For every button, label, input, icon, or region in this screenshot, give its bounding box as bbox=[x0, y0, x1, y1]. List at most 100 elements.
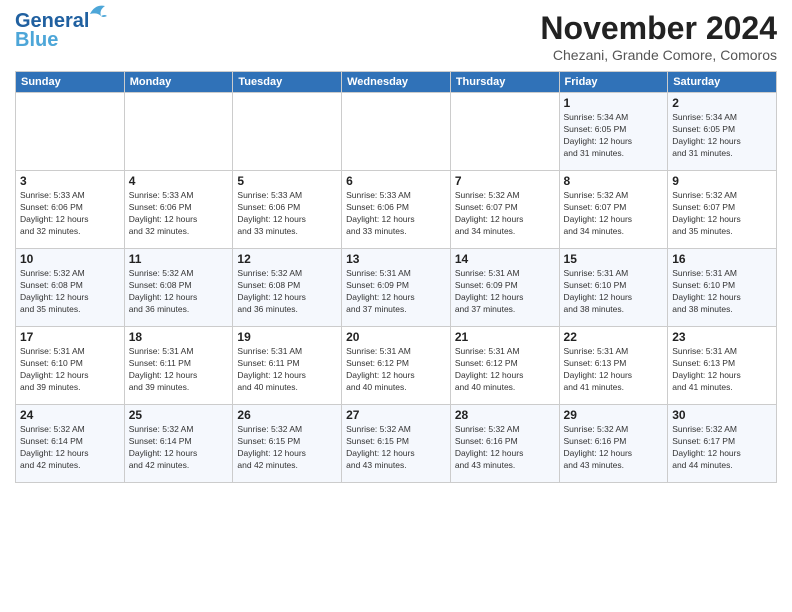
col-header-thursday: Thursday bbox=[450, 72, 559, 93]
calendar-cell: 1 Sunrise: 5:34 AM Sunset: 6:05 PM Daylig… bbox=[559, 93, 668, 171]
day-number: 5 bbox=[237, 174, 337, 188]
calendar-cell: 8 Sunrise: 5:32 AM Sunset: 6:07 PM Daylig… bbox=[559, 171, 668, 249]
calendar-cell: 16Sunrise: 5:31 AM Sunset: 6:10 PM Dayli… bbox=[668, 249, 777, 327]
day-info: Sunrise: 5:32 AM Sunset: 6:08 PM Dayligh… bbox=[129, 268, 229, 316]
day-number: 17 bbox=[20, 330, 120, 344]
calendar-cell: 22 Sunrise: 5:31 AM Sunset: 6:13 PM Dayli… bbox=[559, 327, 668, 405]
day-number: 9 bbox=[672, 174, 772, 188]
day-info: Sunrise: 5:31 AM Sunset: 6:12 PM Dayligh… bbox=[455, 346, 555, 394]
day-number: 13 bbox=[346, 252, 446, 266]
calendar-table: SundayMondayTuesdayWednesdayThursdayFrid… bbox=[15, 71, 777, 483]
calendar-cell: 19 Sunrise: 5:31 AM Sunset: 6:11 PM Dayli… bbox=[233, 327, 342, 405]
day-info: Sunrise: 5:31 AM Sunset: 6:13 PM Dayligh… bbox=[672, 346, 772, 394]
day-info: Sunrise: 5:33 AM Sunset: 6:06 PM Dayligh… bbox=[346, 190, 446, 238]
calendar-cell: 14Sunrise: 5:31 AM Sunset: 6:09 PM Dayli… bbox=[450, 249, 559, 327]
day-info: Sunrise: 5:33 AM Sunset: 6:06 PM Dayligh… bbox=[20, 190, 120, 238]
day-info: Sunrise: 5:31 AM Sunset: 6:11 PM Dayligh… bbox=[237, 346, 337, 394]
day-info: Sunrise: 5:31 AM Sunset: 6:11 PM Dayligh… bbox=[129, 346, 229, 394]
day-number: 2 bbox=[672, 96, 772, 110]
day-number: 20 bbox=[346, 330, 446, 344]
calendar-cell: 30 Sunrise: 5:32 AM Sunset: 6:17 PM Dayli… bbox=[668, 405, 777, 483]
day-number: 28 bbox=[455, 408, 555, 422]
day-number: 7 bbox=[455, 174, 555, 188]
day-info: Sunrise: 5:32 AM Sunset: 6:14 PM Dayligh… bbox=[20, 424, 120, 472]
calendar-cell bbox=[342, 93, 451, 171]
day-number: 30 bbox=[672, 408, 772, 422]
day-info: Sunrise: 5:32 AM Sunset: 6:08 PM Dayligh… bbox=[237, 268, 337, 316]
day-number: 25 bbox=[129, 408, 229, 422]
day-info: Sunrise: 5:31 AM Sunset: 6:10 PM Dayligh… bbox=[20, 346, 120, 394]
calendar-cell bbox=[450, 93, 559, 171]
month-title: November 2024 bbox=[540, 10, 777, 47]
day-info: Sunrise: 5:32 AM Sunset: 6:14 PM Dayligh… bbox=[129, 424, 229, 472]
calendar-cell: 9Sunrise: 5:32 AM Sunset: 6:07 PM Daylig… bbox=[668, 171, 777, 249]
day-number: 24 bbox=[20, 408, 120, 422]
day-info: Sunrise: 5:31 AM Sunset: 6:13 PM Dayligh… bbox=[564, 346, 664, 394]
col-header-friday: Friday bbox=[559, 72, 668, 93]
calendar-cell: 24 Sunrise: 5:32 AM Sunset: 6:14 PM Dayli… bbox=[16, 405, 125, 483]
calendar-cell: 4Sunrise: 5:33 AM Sunset: 6:06 PM Daylig… bbox=[124, 171, 233, 249]
day-info: Sunrise: 5:32 AM Sunset: 6:16 PM Dayligh… bbox=[564, 424, 664, 472]
day-info: Sunrise: 5:34 AM Sunset: 6:05 PM Dayligh… bbox=[672, 112, 772, 160]
calendar-cell: 17 Sunrise: 5:31 AM Sunset: 6:10 PM Dayli… bbox=[16, 327, 125, 405]
col-header-saturday: Saturday bbox=[668, 72, 777, 93]
calendar-cell: 3 Sunrise: 5:33 AM Sunset: 6:06 PM Daylig… bbox=[16, 171, 125, 249]
day-number: 19 bbox=[237, 330, 337, 344]
day-info: Sunrise: 5:31 AM Sunset: 6:09 PM Dayligh… bbox=[346, 268, 446, 316]
calendar-cell: 29 Sunrise: 5:32 AM Sunset: 6:16 PM Dayli… bbox=[559, 405, 668, 483]
calendar-cell: 15Sunrise: 5:31 AM Sunset: 6:10 PM Dayli… bbox=[559, 249, 668, 327]
calendar-cell: 6Sunrise: 5:33 AM Sunset: 6:06 PM Daylig… bbox=[342, 171, 451, 249]
logo-bird-icon bbox=[85, 2, 107, 20]
calendar-cell: 7 Sunrise: 5:32 AM Sunset: 6:07 PM Daylig… bbox=[450, 171, 559, 249]
calendar-cell: 2 Sunrise: 5:34 AM Sunset: 6:05 PM Daylig… bbox=[668, 93, 777, 171]
col-header-wednesday: Wednesday bbox=[342, 72, 451, 93]
calendar-cell: 10 Sunrise: 5:32 AM Sunset: 6:08 PM Dayli… bbox=[16, 249, 125, 327]
day-info: Sunrise: 5:31 AM Sunset: 6:12 PM Dayligh… bbox=[346, 346, 446, 394]
calendar-cell: 25 Sunrise: 5:32 AM Sunset: 6:14 PM Dayli… bbox=[124, 405, 233, 483]
day-info: Sunrise: 5:32 AM Sunset: 6:07 PM Dayligh… bbox=[455, 190, 555, 238]
day-number: 3 bbox=[20, 174, 120, 188]
logo-general: General bbox=[15, 10, 89, 32]
calendar-cell: 12 Sunrise: 5:32 AM Sunset: 6:08 PM Dayli… bbox=[233, 249, 342, 327]
day-number: 11 bbox=[129, 252, 229, 266]
day-number: 21 bbox=[455, 330, 555, 344]
calendar-cell bbox=[233, 93, 342, 171]
logo: General Blue bbox=[15, 10, 89, 52]
calendar-cell: 26 Sunrise: 5:32 AM Sunset: 6:15 PM Dayli… bbox=[233, 405, 342, 483]
day-info: Sunrise: 5:32 AM Sunset: 6:16 PM Dayligh… bbox=[455, 424, 555, 472]
calendar-container: General Blue November 2024 Chezani, Gran… bbox=[0, 0, 792, 612]
day-info: Sunrise: 5:34 AM Sunset: 6:05 PM Dayligh… bbox=[564, 112, 664, 160]
calendar-cell bbox=[124, 93, 233, 171]
col-header-sunday: Sunday bbox=[16, 72, 125, 93]
day-number: 14 bbox=[455, 252, 555, 266]
calendar-cell: 27 Sunrise: 5:32 AM Sunset: 6:15 PM Dayli… bbox=[342, 405, 451, 483]
header: General Blue November 2024 Chezani, Gran… bbox=[15, 10, 777, 63]
calendar-cell: 18 Sunrise: 5:31 AM Sunset: 6:11 PM Dayli… bbox=[124, 327, 233, 405]
day-number: 4 bbox=[129, 174, 229, 188]
day-info: Sunrise: 5:32 AM Sunset: 6:07 PM Dayligh… bbox=[564, 190, 664, 238]
day-number: 16 bbox=[672, 252, 772, 266]
calendar-cell: 11 Sunrise: 5:32 AM Sunset: 6:08 PM Dayli… bbox=[124, 249, 233, 327]
day-number: 26 bbox=[237, 408, 337, 422]
day-number: 12 bbox=[237, 252, 337, 266]
day-info: Sunrise: 5:32 AM Sunset: 6:17 PM Dayligh… bbox=[672, 424, 772, 472]
day-number: 27 bbox=[346, 408, 446, 422]
day-number: 18 bbox=[129, 330, 229, 344]
day-info: Sunrise: 5:32 AM Sunset: 6:08 PM Dayligh… bbox=[20, 268, 120, 316]
day-number: 22 bbox=[564, 330, 664, 344]
title-block: November 2024 Chezani, Grande Comore, Co… bbox=[540, 10, 777, 63]
calendar-cell: 13 Sunrise: 5:31 AM Sunset: 6:09 PM Dayli… bbox=[342, 249, 451, 327]
calendar-cell bbox=[16, 93, 125, 171]
day-number: 15 bbox=[564, 252, 664, 266]
day-number: 23 bbox=[672, 330, 772, 344]
day-number: 10 bbox=[20, 252, 120, 266]
day-info: Sunrise: 5:32 AM Sunset: 6:15 PM Dayligh… bbox=[237, 424, 337, 472]
location-subtitle: Chezani, Grande Comore, Comoros bbox=[540, 47, 777, 63]
day-number: 8 bbox=[564, 174, 664, 188]
calendar-cell: 21 Sunrise: 5:31 AM Sunset: 6:12 PM Dayli… bbox=[450, 327, 559, 405]
calendar-cell: 28 Sunrise: 5:32 AM Sunset: 6:16 PM Dayli… bbox=[450, 405, 559, 483]
day-number: 29 bbox=[564, 408, 664, 422]
day-info: Sunrise: 5:32 AM Sunset: 6:15 PM Dayligh… bbox=[346, 424, 446, 472]
day-info: Sunrise: 5:33 AM Sunset: 6:06 PM Dayligh… bbox=[237, 190, 337, 238]
day-number: 1 bbox=[564, 96, 664, 110]
